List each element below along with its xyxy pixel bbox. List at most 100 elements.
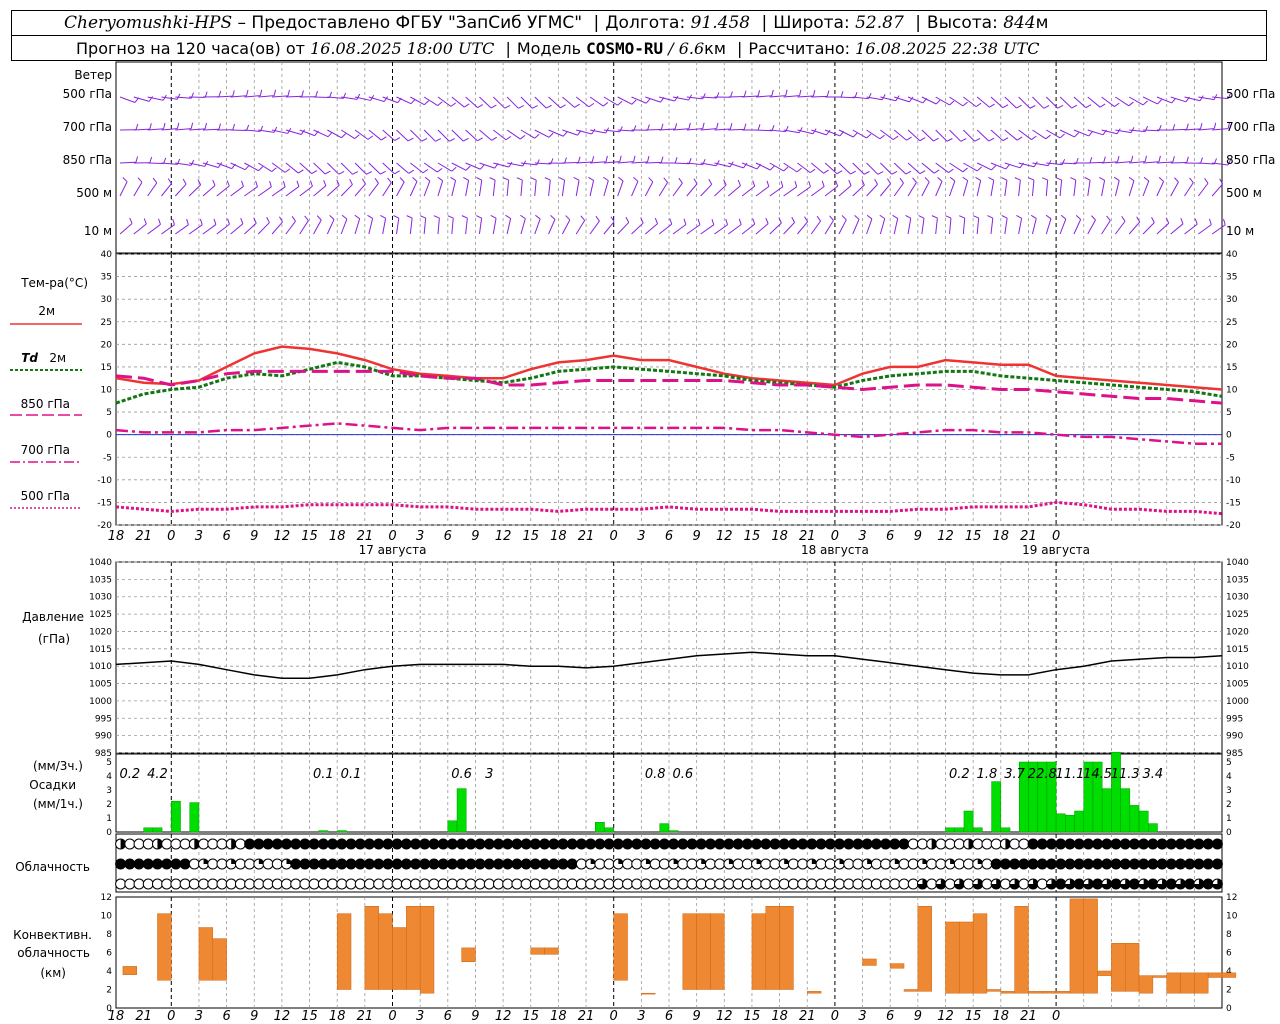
wind-barb bbox=[147, 224, 161, 235]
wind-barb-flag bbox=[794, 180, 798, 187]
wind-barb-flag bbox=[899, 177, 904, 184]
wind-barb bbox=[1143, 161, 1160, 164]
cloud-circle bbox=[336, 838, 348, 850]
cloud-circle bbox=[760, 878, 772, 890]
cloud-circle bbox=[640, 838, 652, 850]
cloud-circle bbox=[963, 878, 975, 890]
cloud-circle bbox=[815, 838, 827, 850]
cloud-circle bbox=[1055, 838, 1067, 850]
wind-barb-flag bbox=[304, 215, 309, 221]
time-axis-mid-label: 6 bbox=[444, 529, 452, 544]
wind-barb bbox=[1198, 162, 1215, 165]
cloud-circle bbox=[631, 878, 643, 890]
conv-bar bbox=[122, 966, 137, 975]
wind-barb-flag bbox=[1091, 215, 1096, 221]
time-axis-mid-label: 6 bbox=[222, 529, 230, 544]
wind-barb-flag bbox=[266, 217, 270, 223]
cloud-circle bbox=[907, 838, 919, 850]
cloud-circle bbox=[557, 878, 569, 890]
wind-barb bbox=[396, 218, 400, 235]
wind-barb-flag bbox=[1016, 214, 1022, 219]
wind-barb-flag bbox=[976, 166, 982, 172]
time-axis-bottom-label: 15 bbox=[744, 1009, 761, 1024]
cloud-circle bbox=[686, 838, 698, 850]
y-tick-right: 1010 bbox=[1226, 662, 1249, 672]
precip-bar bbox=[189, 802, 200, 833]
wind-barb bbox=[285, 95, 302, 98]
wind-barb bbox=[603, 180, 609, 197]
time-axis-mid-label: 9 bbox=[250, 529, 258, 544]
wind-barb bbox=[423, 180, 431, 197]
cloud-circle bbox=[170, 878, 182, 890]
wind-barb-flag bbox=[232, 123, 236, 130]
cloud-circle bbox=[308, 878, 320, 890]
cloud-circle bbox=[649, 838, 661, 850]
time-axis-bottom-label: 21 bbox=[578, 1009, 595, 1024]
wind-barb-flag bbox=[674, 95, 679, 102]
cloud-circle bbox=[760, 858, 772, 870]
precip-bar bbox=[604, 827, 614, 833]
wind-barb-flag bbox=[752, 218, 756, 225]
wind-level-left: 700 гПа bbox=[63, 120, 112, 134]
time-axis-bottom-label: 15 bbox=[965, 1009, 982, 1024]
cloud-circle bbox=[161, 838, 173, 850]
time-axis-bottom-label: 9 bbox=[471, 1009, 479, 1024]
wind-barb bbox=[797, 186, 811, 197]
model-label: Модель bbox=[516, 39, 581, 58]
wind-barb bbox=[838, 129, 854, 138]
cloud-circle bbox=[1064, 838, 1076, 850]
wind-barb-flag bbox=[421, 137, 428, 142]
cloud-circle bbox=[262, 878, 274, 890]
cloud-circle bbox=[1211, 838, 1223, 850]
wind-barb-flag bbox=[1128, 176, 1135, 182]
time-axis-bottom-label: 0 bbox=[388, 1009, 396, 1024]
conv-bar bbox=[1207, 972, 1223, 978]
wind-barb bbox=[1114, 180, 1120, 197]
cloud-circle bbox=[658, 838, 670, 850]
wind-barb bbox=[327, 129, 342, 139]
wind-barb-flag bbox=[1106, 215, 1111, 221]
y-tick-left: 990 bbox=[95, 732, 112, 742]
wind-barb bbox=[216, 185, 230, 197]
cloud-circle bbox=[456, 878, 468, 890]
wind-barb bbox=[1156, 181, 1165, 197]
wind-barb bbox=[1087, 219, 1096, 235]
wind-barb-flag bbox=[477, 137, 483, 142]
conv-bar bbox=[1069, 898, 1085, 994]
wind-barb bbox=[755, 162, 771, 171]
cloud-circle bbox=[1092, 838, 1104, 850]
precip-bar bbox=[456, 788, 467, 833]
wind-barb-flag bbox=[799, 89, 802, 96]
wind-barb-flag bbox=[886, 178, 892, 184]
cloud-circle bbox=[861, 878, 873, 890]
wind-barb bbox=[520, 218, 526, 235]
cloud-circle bbox=[520, 858, 532, 870]
cloud-circle bbox=[244, 838, 256, 850]
wind-barb-flag bbox=[678, 177, 683, 184]
wind-barb-flag bbox=[835, 180, 839, 187]
wind-barb bbox=[962, 218, 966, 235]
cloud-circle bbox=[622, 878, 634, 890]
wind-barb bbox=[838, 219, 847, 235]
cloud-circle bbox=[428, 878, 440, 890]
cloud-circle bbox=[603, 838, 615, 850]
cloud-circle bbox=[704, 858, 716, 870]
wind-barb bbox=[326, 219, 335, 235]
conv-bar bbox=[212, 938, 227, 981]
wind-barb-flag bbox=[854, 214, 860, 220]
wind-barb bbox=[1198, 224, 1212, 235]
wind-barb-flag bbox=[826, 90, 830, 97]
cloud-circle bbox=[1064, 858, 1076, 870]
cloud-circle bbox=[953, 838, 965, 850]
wind-barb-flag bbox=[424, 176, 431, 182]
wind-barb-flag bbox=[948, 168, 954, 173]
precip-bar bbox=[1000, 827, 1011, 833]
wind-barb-flag bbox=[329, 215, 335, 220]
conv-bar bbox=[392, 927, 407, 990]
wind-barb-flag bbox=[577, 156, 581, 163]
cloud-circle bbox=[741, 858, 753, 870]
cloud-circle bbox=[299, 858, 311, 870]
cloud-circle bbox=[981, 838, 993, 850]
wind-barb-flag bbox=[381, 136, 387, 141]
time-axis-bottom-label: 18 bbox=[993, 1009, 1010, 1024]
